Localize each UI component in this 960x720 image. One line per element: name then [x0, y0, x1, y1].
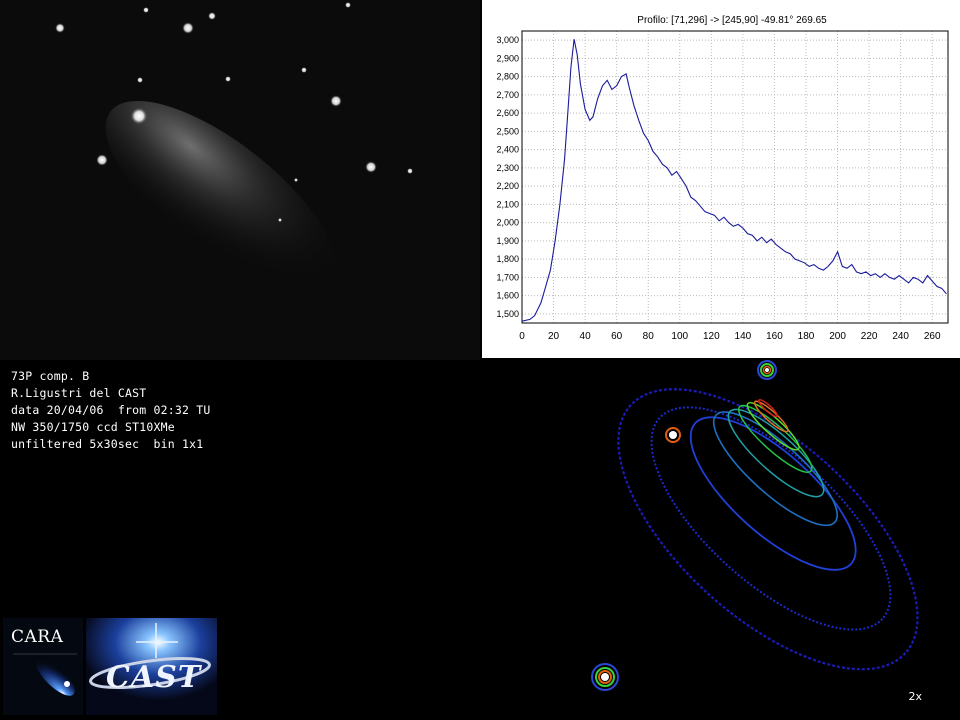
x-tick-label: 20: [548, 331, 560, 342]
x-tick-label: 60: [611, 331, 623, 342]
y-tick-label: 1,800: [496, 254, 519, 264]
info-line-telescope: NW 350/1750 ccd ST10XMe: [11, 420, 175, 434]
contour-star-top: [757, 360, 777, 380]
y-tick-label: 2,300: [496, 163, 519, 173]
cara-logo-text: CARA: [11, 627, 64, 647]
x-tick-label: 100: [671, 331, 688, 342]
x-tick-label: 180: [798, 331, 815, 342]
comet-photo: [0, 0, 480, 360]
comet-image: [0, 0, 480, 360]
chart-title: Profilo: [71,296] -> [245,90] -49.81° 26…: [637, 15, 827, 26]
chart-grid: [521, 31, 948, 323]
y-tick-label: 3,000: [496, 35, 519, 45]
y-tick-label: 2,100: [496, 199, 519, 209]
cara-logo: CARA: [3, 618, 83, 715]
isophote-contour-map: 2x: [575, 360, 960, 720]
x-tick-label: 0: [519, 331, 525, 342]
y-tick-label: 2,200: [496, 181, 519, 191]
y-tick-label: 2,600: [496, 108, 519, 118]
comet-nucleus: [130, 107, 148, 125]
x-tick-label: 220: [861, 331, 878, 342]
chart-y-axis: 1,500 1,600 1,700 1,800 1,900 2,000 2,100 2,200…: [496, 35, 519, 319]
info-line-object: 73P comp. B: [11, 369, 90, 383]
x-tick-label: 200: [829, 331, 846, 342]
info-line-observer: R.Ligustri del CAST: [11, 386, 147, 400]
y-tick-label: 2,500: [496, 126, 519, 136]
cast-logo: CAST: [86, 618, 217, 715]
contour-star-bottom: [591, 663, 619, 691]
chart-x-axis: 0 20 40 60 80 100 120 140 160 180 200 220 240 260: [519, 331, 941, 342]
x-tick-label: 140: [735, 331, 752, 342]
y-tick-label: 2,900: [496, 53, 519, 63]
x-tick-label: 120: [703, 331, 720, 342]
profile-series-line: [521, 39, 947, 322]
y-tick-label: 2,700: [496, 90, 519, 100]
y-tick-label: 1,700: [496, 272, 519, 282]
x-tick-label: 160: [766, 331, 783, 342]
zoom-label: 2x: [908, 690, 922, 703]
profile-chart: Profilo: [71,296] -> [245,90] -49.81° 26…: [482, 0, 960, 358]
contour-image: [575, 360, 960, 720]
x-tick-label: 80: [643, 331, 655, 342]
x-tick-label: 240: [892, 331, 909, 342]
x-tick-label: 260: [924, 331, 941, 342]
y-tick-label: 2,400: [496, 145, 519, 155]
cast-logo-text: CAST: [106, 660, 202, 695]
chart-plot-area: [521, 30, 949, 324]
info-line-exposure: unfiltered 5x30sec bin 1x1: [11, 437, 204, 451]
y-tick-label: 1,600: [496, 291, 519, 301]
y-tick-label: 2,000: [496, 218, 519, 228]
y-tick-label: 2,800: [496, 72, 519, 82]
profile-chart-svg: Profilo: [71,296] -> [245,90] -49.81° 26…: [496, 15, 949, 342]
y-tick-label: 1,900: [496, 236, 519, 246]
info-line-date: data 20/04/06 from 02:32 TU: [11, 403, 211, 417]
x-tick-label: 40: [580, 331, 592, 342]
y-tick-label: 1,500: [496, 309, 519, 319]
